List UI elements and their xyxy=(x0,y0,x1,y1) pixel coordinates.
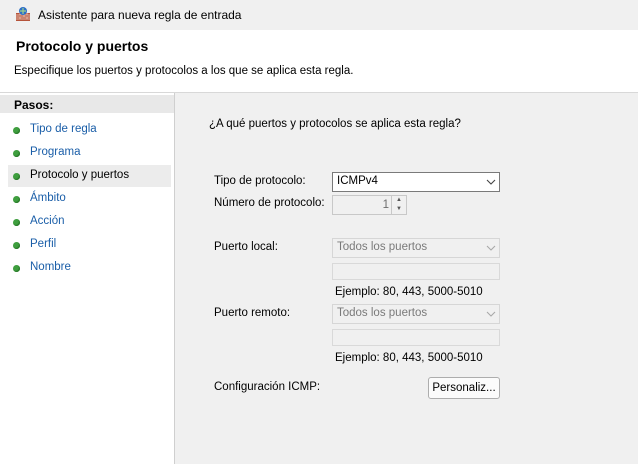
local-port-input xyxy=(332,263,500,280)
sidebar-item-label: Perfil xyxy=(30,238,57,250)
page-description: Especifique los puertos y protocolos a l… xyxy=(14,65,354,77)
step-bullet-icon xyxy=(13,196,20,203)
step-bullet-icon xyxy=(13,150,20,157)
sidebar-item-programa[interactable]: Programa xyxy=(8,142,171,164)
remote-port-input xyxy=(332,329,500,346)
question-text: ¿A qué puertos y protocolos se aplica es… xyxy=(209,118,461,130)
spin-up-icon: ▲ xyxy=(396,197,402,203)
steps-sidebar: Pasos: Tipo de regla Programa Protocolo … xyxy=(0,93,175,464)
chevron-down-icon xyxy=(486,245,496,251)
step-bullet-icon xyxy=(13,242,20,249)
local-port-label: Puerto local: xyxy=(214,241,278,253)
local-port-example: Ejemplo: 80, 443, 5000-5010 xyxy=(335,286,483,298)
spin-down-icon: ▼ xyxy=(396,206,402,212)
protocol-type-label: Tipo de protocolo: xyxy=(214,175,306,187)
protocol-number-stepper: 1 ▲ ▼ xyxy=(332,195,407,215)
step-bullet-icon xyxy=(13,173,20,180)
step-bullet-icon xyxy=(13,219,20,226)
steps-heading-label: Pasos: xyxy=(14,98,54,112)
protocol-number-value: 1 xyxy=(382,199,389,211)
wizard-header: Protocolo y puertos Especifique los puer… xyxy=(0,30,638,93)
step-bullet-icon xyxy=(13,127,20,134)
remote-port-value: Todos los puertos xyxy=(337,307,428,319)
local-port-value: Todos los puertos xyxy=(337,241,428,253)
steps-heading: Pasos: xyxy=(0,95,174,113)
firewall-wizard-icon xyxy=(16,7,30,21)
sidebar-item-label: Nombre xyxy=(30,261,71,273)
sidebar-item-nombre[interactable]: Nombre xyxy=(8,257,171,279)
stepper-buttons: ▲ ▼ xyxy=(391,196,406,214)
step-bullet-icon xyxy=(13,265,20,272)
window-title: Asistente para nueva regla de entrada xyxy=(38,8,242,22)
sidebar-item-label: Tipo de regla xyxy=(30,123,97,135)
remote-port-label: Puerto remoto: xyxy=(214,307,291,319)
sidebar-item-ambito[interactable]: Ámbito xyxy=(8,188,171,210)
title-bar: Asistente para nueva regla de entrada xyxy=(0,0,638,30)
remote-port-example: Ejemplo: 80, 443, 5000-5010 xyxy=(335,352,483,364)
icmp-settings-label: Configuración ICMP: xyxy=(214,381,321,393)
icmp-customize-button[interactable]: Personaliz... xyxy=(428,377,500,399)
remote-port-select: Todos los puertos xyxy=(332,304,500,324)
sidebar-item-label: Ámbito xyxy=(30,192,66,204)
main-panel: ¿A qué puertos y protocolos se aplica es… xyxy=(175,93,638,464)
sidebar-item-tipo-de-regla[interactable]: Tipo de regla xyxy=(8,119,171,141)
sidebar-item-label: Protocolo y puertos xyxy=(30,169,130,181)
sidebar-item-protocolo-y-puertos[interactable]: Protocolo y puertos xyxy=(8,165,171,187)
chevron-down-icon xyxy=(486,311,496,317)
sidebar-item-accion[interactable]: Acción xyxy=(8,211,171,233)
protocol-type-value: ICMPv4 xyxy=(337,175,378,187)
chevron-down-icon xyxy=(486,179,496,185)
sidebar-item-label: Programa xyxy=(30,146,81,158)
protocol-type-select[interactable]: ICMPv4 xyxy=(332,172,500,192)
local-port-select: Todos los puertos xyxy=(332,238,500,258)
protocol-number-label: Número de protocolo: xyxy=(214,197,325,209)
sidebar-item-label: Acción xyxy=(30,215,65,227)
sidebar-item-perfil[interactable]: Perfil xyxy=(8,234,171,256)
page-title: Protocolo y puertos xyxy=(16,38,149,54)
